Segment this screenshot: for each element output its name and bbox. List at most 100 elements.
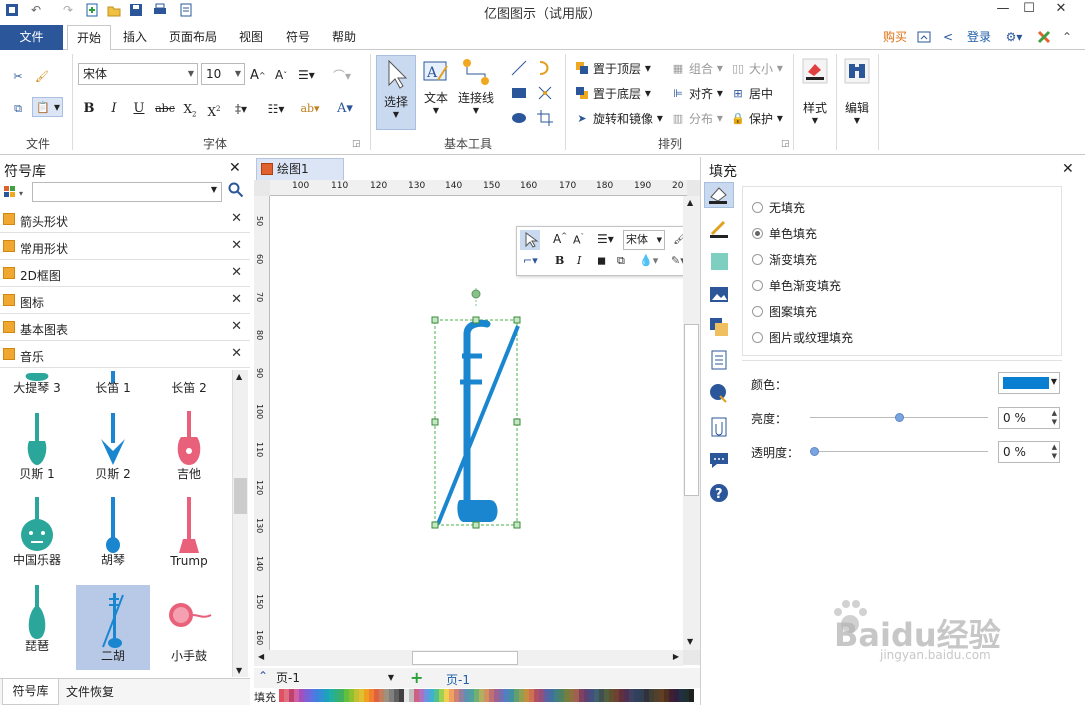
- close-category-icon[interactable]: ✕: [231, 319, 242, 334]
- edit-button[interactable]: 编辑 ▼: [840, 58, 874, 138]
- share-icon[interactable]: <: [940, 25, 956, 50]
- resize-handle[interactable]: [472, 521, 480, 529]
- cut-icon[interactable]: ✂: [10, 66, 29, 86]
- group-button[interactable]: ▦ 组合 ▾: [670, 58, 723, 78]
- library-close-icon[interactable]: ✕: [229, 160, 241, 176]
- transparency-slider-thumb[interactable]: [810, 447, 819, 456]
- page-select[interactable]: 页-1 ▼: [276, 671, 396, 687]
- text-tool-button[interactable]: A 文本 ▼: [420, 58, 452, 130]
- grow-font-icon[interactable]: A ^: [250, 65, 266, 85]
- image-icon[interactable]: [708, 284, 730, 306]
- protect-button[interactable]: 🔒 保护 ▾: [730, 108, 783, 128]
- font-dialog-launcher-icon[interactable]: ◲: [352, 134, 361, 154]
- bullets-icon[interactable]: ☷▾: [265, 100, 287, 118]
- float-align-icon[interactable]: ☰▾: [597, 232, 614, 246]
- line-style-icon[interactable]: [708, 218, 730, 240]
- document-tab[interactable]: 绘图1: [256, 158, 344, 180]
- paste-button[interactable]: 📋 ▾: [32, 97, 64, 117]
- library-view-icon[interactable]: ▾: [2, 183, 30, 203]
- symbol-item[interactable]: 中国乐器: [0, 489, 74, 574]
- send-to-back-button[interactable]: 置于底层 ▾: [574, 83, 651, 103]
- resize-handle[interactable]: [513, 521, 521, 529]
- palette-swatch[interactable]: [689, 689, 694, 702]
- radio-button[interactable]: [752, 201, 763, 213]
- brightness-input[interactable]: 0 % ▲ ▼: [998, 407, 1060, 429]
- symbol-item[interactable]: 贝斯 2: [76, 403, 150, 488]
- symbol-item[interactable]: 长笛 2: [152, 369, 226, 402]
- subscript-icon[interactable]: X2: [181, 100, 199, 118]
- line-spacing-icon[interactable]: ‡▾: [230, 100, 252, 118]
- float-grow-font-icon[interactable]: A^: [553, 232, 567, 246]
- size-button[interactable]: ▯▯ 大小 ▾: [730, 58, 783, 78]
- shadow-icon[interactable]: [708, 250, 730, 272]
- float-front-icon[interactable]: ◼: [597, 254, 606, 267]
- help-icon[interactable]: ?: [708, 482, 730, 504]
- align-button[interactable]: ⊫ 对齐 ▾: [670, 83, 723, 103]
- close-category-icon[interactable]: ✕: [231, 211, 242, 226]
- fill-option-solid[interactable]: 单色填充: [752, 224, 952, 242]
- rectangle-tool-icon[interactable]: [510, 83, 528, 103]
- crop-tool-icon[interactable]: [536, 108, 554, 128]
- drawing-canvas[interactable]: A^ Aˇ ☰▾ 宋体 ▼ 🖌 ⌐▾ B I ◼ ⧉ 💧▾ ✎▾: [270, 196, 706, 650]
- radio-button[interactable]: [752, 253, 763, 265]
- brightness-slider-thumb[interactable]: [895, 413, 904, 422]
- resize-handle[interactable]: [513, 418, 521, 426]
- attachment-icon[interactable]: [708, 416, 730, 438]
- layers-icon[interactable]: [708, 316, 730, 338]
- underline-icon[interactable]: U: [130, 100, 148, 118]
- ellipse-tool-icon[interactable]: [510, 108, 528, 128]
- italic-icon[interactable]: I: [105, 100, 123, 118]
- ribbon-collapse-icon[interactable]: ⌃: [1060, 25, 1074, 50]
- canvas-horizontal-scrollbar[interactable]: ◀ ▶: [254, 650, 683, 666]
- font-size-select[interactable]: 10 ▼: [201, 63, 245, 85]
- radio-button[interactable]: [752, 279, 763, 291]
- library-category[interactable]: 基本图表 ✕: [0, 316, 250, 341]
- tab-symbol-library[interactable]: 符号库: [2, 679, 59, 705]
- align-text-icon[interactable]: ☰▾: [298, 65, 315, 85]
- canvas-vertical-scrollbar[interactable]: ▲ ▼: [683, 196, 700, 650]
- tab-help[interactable]: 帮助: [325, 25, 363, 50]
- close-category-icon[interactable]: ✕: [231, 292, 242, 307]
- rotate-mirror-button[interactable]: ➤ 旋转和镜像 ▾: [574, 108, 662, 128]
- select-tool-button[interactable]: 选择 ▼: [376, 55, 416, 130]
- library-search-input[interactable]: ▼: [32, 182, 222, 202]
- file-menu-button[interactable]: 文件: [0, 25, 63, 50]
- arrange-dialog-launcher-icon[interactable]: ◲: [781, 134, 790, 154]
- symbol-item[interactable]: 胡琴: [76, 489, 150, 574]
- rotation-handle[interactable]: [471, 289, 481, 299]
- bring-to-front-button[interactable]: 置于顶层 ▾: [574, 58, 651, 78]
- connector-tool-button[interactable]: 连接线 ▼: [457, 58, 495, 130]
- fill-option-none[interactable]: 无填充: [752, 198, 952, 216]
- float-bold-icon[interactable]: B: [555, 254, 564, 267]
- copy-icon[interactable]: ⧉: [10, 99, 29, 119]
- symbol-item[interactable]: 琵琶: [0, 575, 74, 660]
- cross-tool-icon[interactable]: [536, 83, 554, 103]
- add-page-icon[interactable]: +: [410, 668, 423, 687]
- transparency-input[interactable]: 0 % ▲ ▼: [998, 441, 1060, 463]
- float-back-icon[interactable]: ⧉: [617, 254, 625, 268]
- center-button[interactable]: ⊞ 居中: [730, 83, 773, 103]
- library-scrollbar[interactable]: ▲ ▼: [232, 370, 248, 677]
- tab-symbols[interactable]: 符号: [279, 25, 317, 50]
- float-font-select[interactable]: 宋体 ▼: [623, 230, 665, 250]
- document-list-icon[interactable]: [708, 349, 730, 371]
- arc-tool-icon[interactable]: [536, 58, 554, 78]
- color-palette[interactable]: [279, 689, 699, 703]
- library-category[interactable]: 箭头形状 ✕: [0, 208, 250, 233]
- maximize-icon[interactable]: ☐: [1014, 0, 1044, 20]
- float-connector-icon[interactable]: ⌐▾: [523, 254, 538, 267]
- strikethrough-icon[interactable]: abc: [154, 100, 176, 118]
- radio-button[interactable]: [752, 331, 763, 343]
- symbol-item[interactable]: 贝斯 1: [0, 403, 74, 488]
- style-button[interactable]: 样式 ▼: [798, 58, 832, 138]
- search-icon[interactable]: [228, 182, 246, 200]
- library-category[interactable]: 图标 ✕: [0, 289, 250, 314]
- library-category[interactable]: 2D框图 ✕: [0, 262, 250, 287]
- tab-insert[interactable]: 插入: [116, 25, 154, 50]
- resize-handle[interactable]: [431, 418, 439, 426]
- library-category[interactable]: 常用形状 ✕: [0, 235, 250, 260]
- bold-icon[interactable]: B: [80, 100, 98, 118]
- share-screen-icon[interactable]: [916, 25, 932, 50]
- float-select-icon[interactable]: [520, 230, 540, 250]
- symbol-item[interactable]: 吉他: [152, 403, 226, 488]
